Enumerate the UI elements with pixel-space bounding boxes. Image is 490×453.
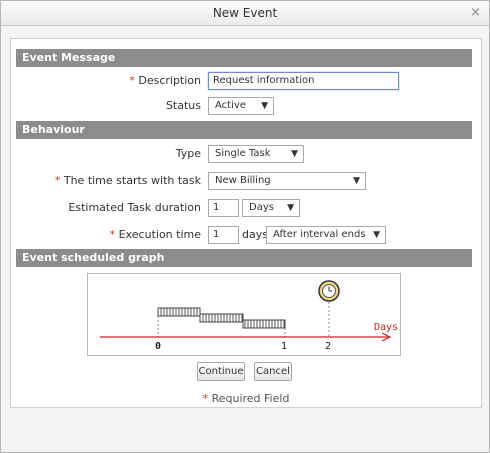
section-event-message: Event Message (16, 49, 472, 67)
tick-label-2: 2 (325, 341, 331, 352)
duration-unit-select[interactable]: Days ▼ (242, 199, 300, 217)
required-marker: * (129, 74, 135, 87)
task-bar-2 (199, 313, 244, 323)
section-graph: Event scheduled graph (16, 249, 472, 267)
section-behaviour: Behaviour (16, 121, 472, 139)
start-task-value: New Billing (215, 175, 271, 186)
required-marker: * (54, 174, 61, 187)
tick-label-1: 1 (281, 341, 287, 352)
execution-mode-value: After interval ends (273, 229, 366, 240)
task-bar-1 (157, 307, 201, 317)
required-marker: * (202, 392, 209, 405)
chevron-down-icon: ▼ (373, 230, 380, 240)
start-task-label: * The time starts with task (54, 174, 201, 187)
duration-input[interactable]: 1 (208, 199, 239, 217)
status-label: Status (165, 99, 201, 112)
chevron-down-icon: ▼ (261, 101, 268, 111)
chevron-down-icon: ▼ (287, 203, 294, 213)
type-label: Type (175, 147, 201, 160)
dialog-titlebar: New Event × (1, 1, 489, 26)
dialog-content: Event Message * Description Request info… (10, 38, 482, 408)
new-event-dialog: New Event × Event Message * Description … (0, 0, 490, 453)
chevron-down-icon: ▼ (353, 176, 360, 186)
cancel-button[interactable]: Cancel (254, 362, 292, 381)
type-select[interactable]: Single Task ▼ (208, 145, 304, 163)
status-select[interactable]: Active ▼ (208, 97, 274, 115)
continue-button[interactable]: Continue (197, 362, 245, 381)
event-scheduled-graph: Days 0 1 2 (87, 273, 401, 356)
clock-icon (318, 280, 340, 302)
axis-label: Days (374, 322, 398, 333)
tick-label-0: 0 (155, 341, 161, 352)
required-marker: * (109, 228, 116, 241)
dialog-title: New Event (212, 6, 278, 20)
duration-label: Estimated Task duration (68, 201, 201, 214)
execution-unit-label: days (242, 228, 268, 241)
start-task-select[interactable]: New Billing ▼ (208, 172, 366, 190)
description-label: * Description (129, 74, 201, 87)
chevron-down-icon: ▼ (291, 149, 298, 159)
task-bar-3 (242, 319, 286, 329)
status-value: Active (215, 100, 246, 111)
execution-input[interactable]: 1 (208, 226, 239, 244)
duration-unit-value: Days (249, 202, 274, 213)
graph-svg: Days 0 1 2 (100, 280, 398, 352)
required-field-note: * Required Field (202, 392, 290, 405)
close-icon[interactable]: × (470, 1, 481, 25)
description-input[interactable]: Request information (208, 72, 399, 90)
type-value: Single Task (215, 148, 271, 159)
execution-mode-select[interactable]: After interval ends ▼ (266, 226, 386, 244)
execution-label: * Execution time (109, 228, 201, 241)
